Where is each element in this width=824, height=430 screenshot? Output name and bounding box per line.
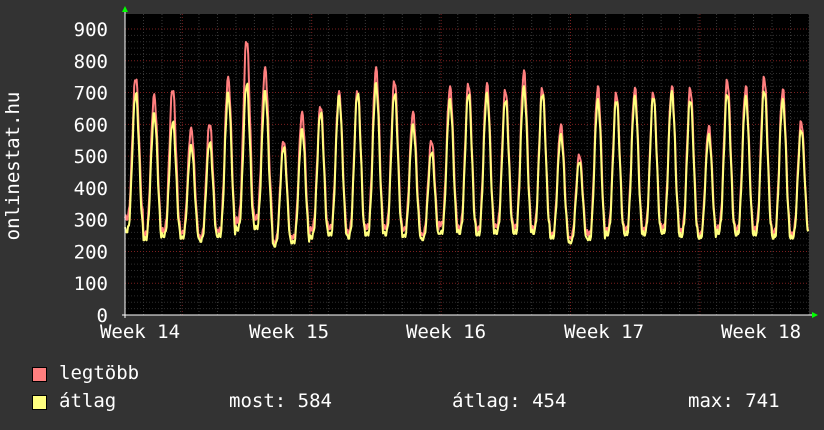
y-tick-label: 600	[74, 114, 108, 136]
stat-maximum: max: 741	[688, 390, 780, 412]
y-tick-label: 500	[74, 146, 108, 168]
y-tick-label: 200	[74, 241, 108, 263]
y-axis-tick-labels: 0100200300400500600700800900	[74, 19, 108, 327]
legend-swatch-max	[32, 367, 47, 382]
legend-row-avg: átlag most: 584 átlag: 454 max: 741	[0, 390, 824, 416]
x-axis-tick-labels: Week 14 Week 15 Week 16 Week 17 Week 18	[100, 321, 801, 343]
legend-row-max: legtöbb	[0, 362, 824, 388]
y-tick-label: 900	[74, 19, 108, 41]
stat-current: most: 584	[229, 390, 332, 412]
x-tick-label: Week 17	[564, 321, 644, 343]
y-tick-label: 400	[74, 178, 108, 200]
stat-average: átlag: 454	[452, 390, 567, 412]
line-chart: 0100200300400500600700800900 Week 14 Week…	[2, 6, 818, 343]
legend-label-avg: átlag	[59, 390, 117, 412]
x-tick-label: Week 18	[721, 321, 801, 343]
x-axis-arrow	[812, 312, 818, 318]
x-tick-label: Week 16	[406, 321, 486, 343]
y-tick-label: 300	[74, 210, 108, 232]
x-tick-label: Week 15	[249, 321, 329, 343]
y-tick-label: 800	[74, 51, 108, 73]
y-axis-label: onlinestat.hu	[2, 92, 24, 241]
x-tick-label: Week 14	[100, 321, 180, 343]
y-tick-label: 700	[74, 83, 108, 105]
legend-label-max: legtöbb	[59, 362, 140, 384]
legend-swatch-avg	[32, 395, 47, 410]
y-tick-label: 100	[74, 273, 108, 295]
y-axis-arrow	[122, 6, 128, 12]
